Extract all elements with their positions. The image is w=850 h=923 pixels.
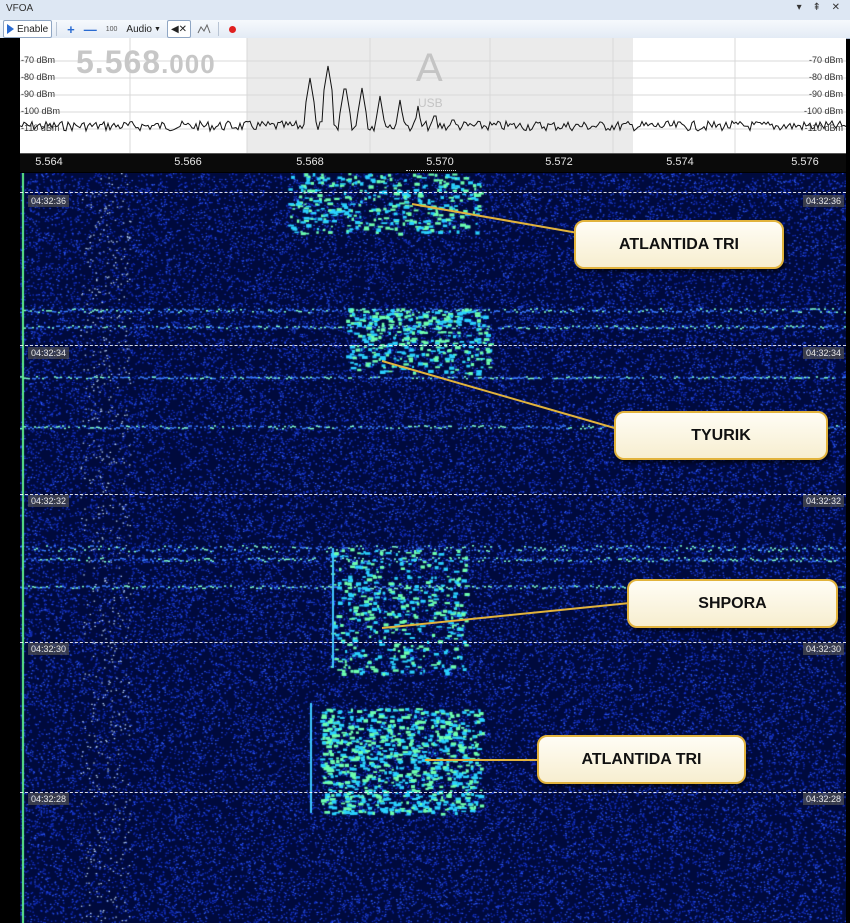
waterfall-canvas [20, 173, 846, 923]
dbm-label-left: -80 dBm [21, 72, 56, 82]
callout-label: SHPORA [627, 579, 838, 628]
timestamp-label-left: 04:32:30 [28, 643, 70, 655]
dbm-label-left: -90 dBm [21, 89, 56, 99]
play-icon [7, 24, 14, 34]
timestamp-label-left: 04:32:32 [28, 495, 70, 507]
window-controls[interactable]: ▾ ⇞ ✕ [797, 2, 844, 13]
audio-dropdown[interactable]: Audio ▼ [123, 21, 164, 37]
timestamp-label-left: 04:32:34 [28, 347, 70, 359]
ruler-tick: 5.568 [296, 156, 324, 168]
timestamp-label-left: 04:32:36 [28, 195, 70, 207]
title-bar: VFOA ▾ ⇞ ✕ [0, 0, 850, 21]
minus-icon: — [83, 21, 97, 37]
ruler-tick: 5.570 [426, 156, 454, 168]
timestamp-line [20, 192, 846, 193]
squelch-icon [197, 23, 211, 34]
callout-label: ATLANTIDA TRI [537, 735, 746, 784]
speaker-icon: ◀✕ [170, 23, 188, 35]
record-button[interactable] [226, 21, 239, 37]
dbm-label-right: -80 dBm [808, 72, 843, 82]
timestamp-label-right: 04:32:36 [802, 195, 844, 207]
dbm-label-left: -100 dBm [21, 106, 61, 116]
dbm-label-left: -110 dBm [21, 123, 60, 133]
ruler-tick: 5.574 [666, 156, 694, 168]
mode-label: USB [418, 96, 443, 110]
timestamp-line [20, 642, 846, 643]
plus-icon: + [67, 21, 75, 37]
ruler-tick: 5.576 [791, 156, 819, 168]
frequency-main: 5.568 [76, 44, 162, 80]
dbm-label-right: -110 dBm [804, 123, 843, 133]
window-title: VFOA [6, 3, 34, 14]
zoom-value: 100 [103, 21, 121, 37]
ruler-tick: 5.566 [174, 156, 202, 168]
enable-button[interactable]: Enable [3, 20, 53, 38]
chevron-down-icon: ▼ [154, 25, 161, 33]
toolbar-separator [218, 22, 220, 36]
timestamp-label-left: 04:32:28 [28, 793, 70, 805]
dbm-label-left: -70 dBm [21, 55, 56, 65]
ruler-tick: 5.564 [35, 156, 63, 168]
timestamp-label-right: 04:32:30 [802, 643, 844, 655]
vfo-letter: A [416, 46, 443, 90]
ruler-tick: 5.572 [545, 156, 573, 168]
toolbar: Enable + — 100 Audio ▼ ◀✕ [0, 20, 850, 39]
timestamp-line [20, 792, 846, 793]
timestamp-line [20, 345, 846, 346]
frequency-sub: .000 [161, 49, 216, 79]
dbm-label-right: -90 dBm [808, 89, 843, 99]
mute-button[interactable]: ◀✕ [166, 20, 192, 38]
zoom-out-button[interactable]: — [81, 21, 100, 37]
waterfall-left-gutter [0, 38, 20, 923]
squelch-button[interactable] [194, 21, 214, 37]
frequency-readout[interactable]: 5.568.000 [76, 44, 216, 81]
enable-label: Enable [17, 23, 49, 35]
timestamp-label-right: 04:32:32 [802, 495, 844, 507]
zoom-value-text: 100 [105, 25, 118, 33]
timestamp-label-right: 04:32:34 [802, 347, 844, 359]
timestamp-label-right: 04:32:28 [802, 793, 844, 805]
waterfall-display[interactable]: 04:32:36 04:32:36 04:32:34 04:32:34 04:3… [20, 173, 846, 923]
audio-label: Audio [126, 23, 152, 35]
toolbar-separator [56, 22, 58, 36]
spectrum-display[interactable]: 5.568.000 A USB -70 dBm -80 dBm -90 dBm … [20, 38, 846, 153]
dbm-label-right: -100 dBm [803, 106, 843, 116]
callout-label: TYURIK [614, 411, 828, 460]
timestamp-line [20, 494, 846, 495]
record-icon [229, 25, 237, 33]
callout-label: ATLANTIDA TRI [574, 220, 784, 269]
dbm-label-right: -70 dBm [808, 55, 843, 65]
zoom-in-button[interactable]: + [64, 21, 78, 37]
